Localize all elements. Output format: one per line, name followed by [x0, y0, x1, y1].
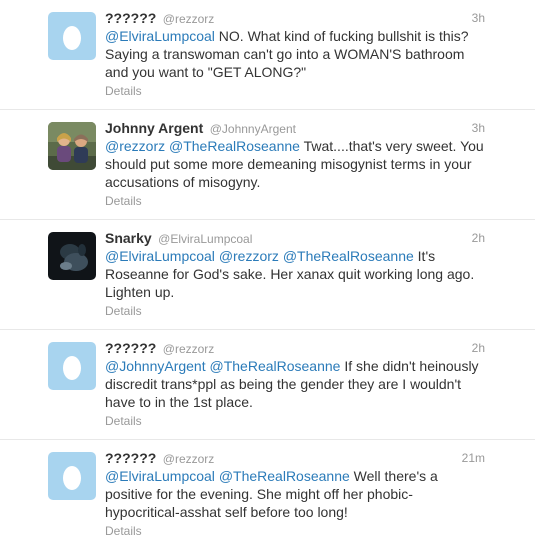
tweet-content: ?????? @rezzorz 21m @ElviraLumpcoal @The… [105, 449, 485, 539]
tweet-text: @ElviraLumpcoal @TheRealRoseanne Well th… [105, 467, 485, 521]
user-handle[interactable]: @rezzorz [163, 12, 215, 26]
details-link[interactable]: Details [105, 303, 485, 319]
tweet-content: ?????? @rezzorz 2h @JohnnyArgent @TheRea… [105, 339, 485, 429]
tweet-header: ?????? @rezzorz [105, 339, 485, 357]
details-link[interactable]: Details [105, 193, 485, 209]
tweet-timestamp[interactable]: 21m [462, 449, 485, 467]
tweet-header: ?????? @rezzorz [105, 9, 485, 27]
user-fullname[interactable]: ?????? [105, 340, 156, 356]
mention-link[interactable]: @TheRealRoseanne [283, 248, 414, 264]
user-fullname[interactable]: ?????? [105, 10, 156, 26]
tweet-text: @ElviraLumpcoal NO. What kind of fucking… [105, 27, 485, 81]
tweet-content: Johnny Argent @JohnnyArgent 3h @rezzorz … [105, 119, 485, 209]
dark-photo-avatar[interactable] [48, 232, 96, 280]
mention-link[interactable]: @ElviraLumpcoal [105, 248, 215, 264]
egg-avatar[interactable] [48, 342, 96, 390]
tweet-header: ?????? @rezzorz [105, 449, 485, 467]
tweet-timeline: ?????? @rezzorz 3h @ElviraLumpcoal NO. W… [0, 0, 535, 553]
mention-link[interactable]: @JohnnyArgent [105, 358, 206, 374]
egg-avatar[interactable] [48, 452, 96, 500]
tweet-content: Snarky @ElviraLumpcoal 2h @ElviraLumpcoa… [105, 229, 485, 319]
user-handle[interactable]: @JohnnyArgent [210, 122, 296, 136]
tweet-item[interactable]: ?????? @rezzorz 21m @ElviraLumpcoal @The… [0, 440, 535, 550]
tweet-item[interactable]: ?????? @rezzorz 2h @JohnnyArgent @TheRea… [0, 330, 535, 440]
tweet-timestamp[interactable]: 3h [472, 119, 485, 137]
user-fullname[interactable]: Johnny Argent [105, 120, 203, 136]
tweet-item[interactable]: Snarky @ElviraLumpcoal 2h @ElviraLumpcoa… [0, 220, 535, 330]
tweet-content: ?????? @rezzorz 3h @ElviraLumpcoal NO. W… [105, 9, 485, 99]
tweet-text: @ElviraLumpcoal @rezzorz @TheRealRoseann… [105, 247, 485, 301]
tweet-text: @rezzorz @TheRealRoseanne Twat....that's… [105, 137, 485, 191]
tweet-header: Johnny Argent @JohnnyArgent [105, 119, 485, 137]
details-link[interactable]: Details [105, 83, 485, 99]
tweet-item[interactable]: Johnny Argent @JohnnyArgent 3h @rezzorz … [0, 110, 535, 220]
egg-avatar[interactable] [48, 12, 96, 60]
tweet-timestamp[interactable]: 2h [472, 339, 485, 357]
mention-link[interactable]: @TheRealRoseanne [169, 138, 300, 154]
user-handle[interactable]: @ElviraLumpcoal [158, 232, 252, 246]
user-fullname[interactable]: ?????? [105, 450, 156, 466]
mention-link[interactable]: @rezzorz [105, 138, 165, 154]
mention-link[interactable]: @TheRealRoseanne [219, 468, 350, 484]
user-fullname[interactable]: Snarky [105, 230, 152, 246]
user-handle[interactable]: @rezzorz [163, 342, 215, 356]
photo-avatar[interactable] [48, 122, 96, 170]
tweet-timestamp[interactable]: 2h [472, 229, 485, 247]
tweet-header: Snarky @ElviraLumpcoal [105, 229, 485, 247]
tweet-text: @JohnnyArgent @TheRealRoseanne If she di… [105, 357, 485, 411]
user-handle[interactable]: @rezzorz [163, 452, 215, 466]
details-link[interactable]: Details [105, 523, 485, 539]
mention-link[interactable]: @ElviraLumpcoal [105, 28, 215, 44]
tweet-item[interactable]: ?????? @rezzorz 3h @ElviraLumpcoal NO. W… [0, 0, 535, 110]
tweet-timestamp[interactable]: 3h [472, 9, 485, 27]
mention-link[interactable]: @TheRealRoseanne [210, 358, 341, 374]
mention-link[interactable]: @rezzorz [219, 248, 279, 264]
mention-link[interactable]: @ElviraLumpcoal [105, 468, 215, 484]
details-link[interactable]: Details [105, 413, 485, 429]
